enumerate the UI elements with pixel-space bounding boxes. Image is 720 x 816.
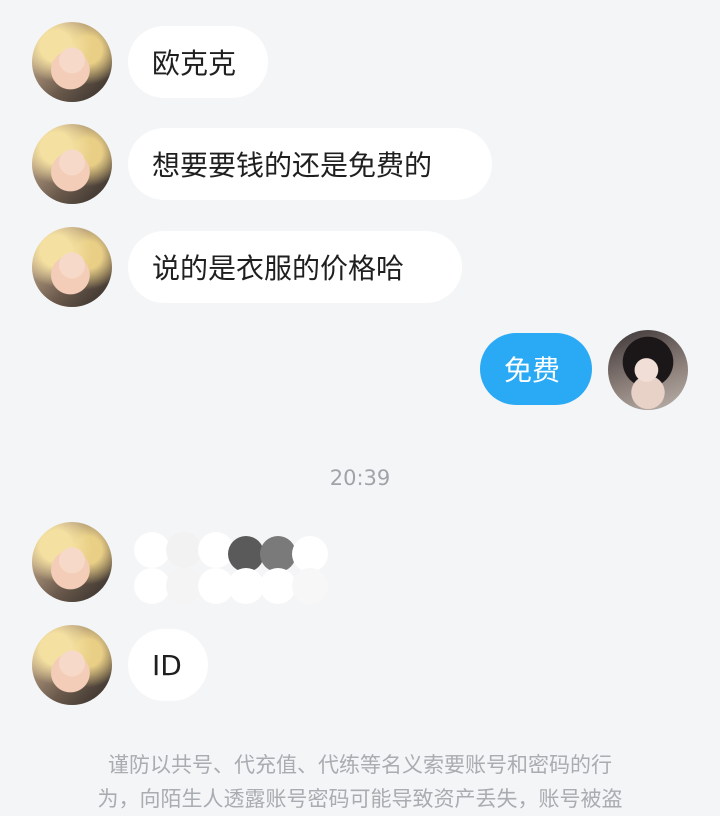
message-text: 免费 (504, 354, 561, 387)
contact-avatar[interactable] (32, 227, 112, 307)
sticker-dot (292, 536, 328, 572)
sticker-dot (228, 536, 264, 572)
message-text: 说的是衣服的价格哈 (152, 252, 405, 285)
sticker-message[interactable] (128, 502, 338, 610)
contact-avatar[interactable] (32, 22, 112, 102)
message-bubble-incoming[interactable]: 想要要钱的还是免费的 (128, 128, 492, 200)
security-warning: 谨防以共号、代充值、代练等名义索要账号和密码的行 为，向陌生人透露账号密码可能导… (40, 748, 680, 816)
sticker-dot (228, 568, 264, 604)
sticker-dot (166, 532, 202, 568)
sticker-dot (260, 536, 296, 572)
message-bubble-incoming[interactable]: 欧克克 (128, 26, 268, 98)
message-timestamp: 20:39 (329, 466, 391, 490)
message-text: 欧克克 (152, 47, 237, 80)
contact-avatar[interactable] (32, 522, 112, 602)
sticker-dot (260, 568, 296, 604)
contact-avatar[interactable] (32, 124, 112, 204)
sticker-dot (134, 568, 170, 604)
warning-line: 谨防以共号、代充值、代练等名义索要账号和密码的行 (108, 753, 612, 777)
message-bubble-incoming[interactable]: ID (128, 629, 208, 701)
contact-avatar[interactable] (32, 625, 112, 705)
sticker-dot (134, 532, 170, 568)
my-avatar[interactable] (608, 330, 688, 410)
message-bubble-incoming[interactable]: 说的是衣服的价格哈 (128, 231, 462, 303)
sticker-dot (292, 568, 328, 604)
message-bubble-outgoing[interactable]: 免费 (480, 333, 592, 405)
sticker-dot (166, 568, 202, 604)
message-text: 想要要钱的还是免费的 (152, 149, 433, 182)
warning-line: 为，向陌生人透露账号密码可能导致资产丢失，账号被盗 (97, 787, 623, 811)
message-text: ID (152, 648, 182, 682)
